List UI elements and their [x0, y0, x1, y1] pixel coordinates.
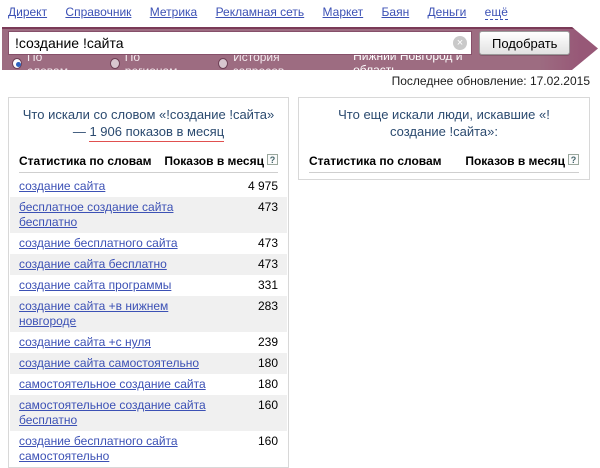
- impressions-value: 4 975: [236, 179, 278, 194]
- last-update-label: Последнее обновление: 17.02.2015: [392, 74, 590, 88]
- table-row: создание сайта самостоятельно 180: [10, 353, 287, 374]
- impressions-value: 160: [236, 398, 278, 413]
- col-header-impressions-label: Показов в месяц: [465, 154, 565, 168]
- clear-icon[interactable]: ×: [453, 36, 467, 50]
- nav-link-ad-network[interactable]: Рекламная сеть: [216, 5, 305, 19]
- nav-link-more[interactable]: ещё: [485, 5, 508, 20]
- impressions-value: 180: [236, 356, 278, 371]
- table-row: создание сайта программы 331: [10, 275, 287, 296]
- impressions-value: 283: [236, 299, 278, 314]
- help-icon[interactable]: ?: [267, 154, 278, 165]
- search-input-wrap: ×: [8, 31, 472, 55]
- impressions-total: 1 906 показов в месяц: [89, 124, 224, 142]
- table-row: создание бесплатного сайта 473: [10, 233, 287, 254]
- col-header-phrase: Статистика по словам: [309, 154, 442, 168]
- keyword-link[interactable]: самостоятельное создание сайта бесплатно: [19, 398, 236, 428]
- table-row: создание бесплатного сайта самостоятельн…: [10, 431, 287, 467]
- impressions-value: 239: [236, 335, 278, 350]
- nav-link-direct[interactable]: Директ: [8, 5, 47, 19]
- band-top-border: [2, 27, 598, 29]
- keyword-link[interactable]: создание сайта +с нуля: [19, 335, 236, 350]
- nav-link-directory[interactable]: Справочник: [65, 5, 131, 19]
- help-icon[interactable]: ?: [568, 154, 579, 165]
- col-header-phrase: Статистика по словам: [19, 154, 152, 168]
- keyword-link[interactable]: создание сайта: [19, 179, 236, 194]
- keyword-link[interactable]: бесплатное создание сайта бесплатно: [19, 200, 236, 230]
- table-row: самостоятельное создание сайта бесплатно…: [10, 395, 287, 431]
- left-table-header: Статистика по словам Показов в месяц?: [19, 151, 278, 173]
- table-row: самостоятельное создание сайта 180: [10, 374, 287, 395]
- left-panel-title: Что искали со словом «!создание !сайта» …: [9, 98, 288, 145]
- nav-link-bayan[interactable]: Баян: [382, 5, 410, 19]
- table-row: бесплатное создание сайта бесплатно 473: [10, 197, 287, 233]
- radio-selected-icon: [12, 58, 22, 69]
- search-band: × Подобрать По словам По регионам Истори…: [2, 27, 598, 70]
- impressions-value: 180: [236, 377, 278, 392]
- keyword-link[interactable]: создание бесплатного сайта самостоятельн…: [19, 434, 236, 464]
- wordstat-page: { "top_nav": { "links": ["Директ", "Спра…: [0, 0, 600, 400]
- keyword-link[interactable]: создание сайта +в нижнем новгороде: [19, 299, 236, 329]
- keyword-link[interactable]: создание сайта самостоятельно: [19, 356, 236, 371]
- impressions-value: 160: [236, 434, 278, 449]
- table-row: создание сайта +в нижнем новгороде 283: [10, 296, 287, 332]
- table-row: создание сайта 4 975: [10, 176, 287, 197]
- impressions-value: 473: [236, 200, 278, 215]
- col-header-impressions: Показов в месяц?: [164, 154, 278, 168]
- impressions-value: 473: [236, 257, 278, 272]
- keyword-link[interactable]: создание сайта бесплатно: [19, 257, 236, 272]
- right-panel-title: Что еще искали люди, искавшие «!создание…: [299, 98, 589, 145]
- table-row: создание сайта бесплатно 473: [10, 254, 287, 275]
- results-panels: Что искали со словом «!создание !сайта» …: [8, 97, 590, 468]
- search-tabs-row: По словам По регионам История запросов Н…: [2, 55, 598, 70]
- keyword-link[interactable]: создание бесплатного сайта: [19, 236, 236, 251]
- nav-link-metrica[interactable]: Метрика: [150, 5, 197, 19]
- search-row: × Подобрать: [2, 29, 598, 55]
- radio-unselected-icon: [110, 58, 120, 69]
- keyword-link[interactable]: создание сайта программы: [19, 278, 236, 293]
- keyword-link[interactable]: самостоятельное создание сайта: [19, 377, 236, 392]
- search-input[interactable]: [8, 31, 472, 55]
- table-row: создание сайта +с нуля 239: [10, 332, 287, 353]
- radio-unselected-icon: [218, 58, 228, 69]
- impressions-value: 473: [236, 236, 278, 251]
- impressions-value: 331: [236, 278, 278, 293]
- left-panel: Что искали со словом «!создание !сайта» …: [8, 97, 289, 468]
- keyword-table: создание сайта 4 975 бесплатное создание…: [9, 173, 288, 467]
- right-table-header: Статистика по словам Показов в месяц?: [309, 151, 579, 173]
- nav-link-money[interactable]: Деньги: [428, 5, 467, 19]
- col-header-impressions-label: Показов в месяц: [164, 154, 264, 168]
- right-panel: Что еще искали люди, искавшие «!создание…: [298, 97, 590, 180]
- top-nav: Директ Справочник Метрика Рекламная сеть…: [0, 0, 600, 25]
- col-header-impressions: Показов в месяц?: [465, 154, 579, 168]
- nav-link-market[interactable]: Маркет: [323, 5, 364, 19]
